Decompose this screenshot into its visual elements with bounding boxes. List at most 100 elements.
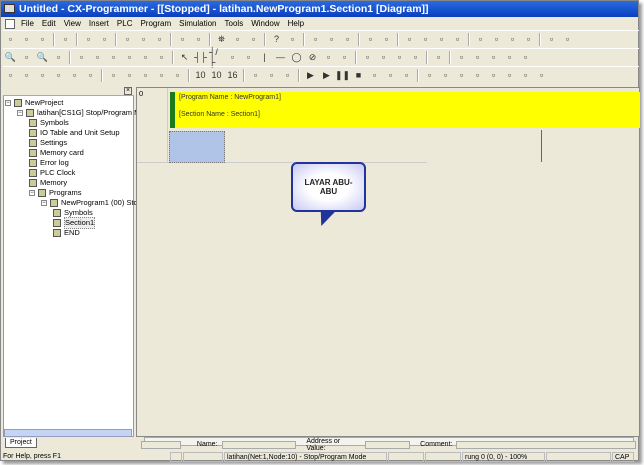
tree-item[interactable]: − Programs [29, 188, 82, 198]
step-out-icon[interactable]: ▫ [399, 68, 414, 83]
watch-window-icon[interactable]: ▫ [51, 68, 66, 83]
paste-icon[interactable]: ▫ [152, 32, 167, 47]
st-icon[interactable]: ▫ [505, 32, 520, 47]
menu-help[interactable]: Help [284, 19, 308, 28]
section-icon[interactable]: ▫ [138, 50, 153, 65]
cancel-edit-icon[interactable]: ▫ [392, 50, 407, 65]
open-icon[interactable]: ▫ [19, 32, 34, 47]
task2-icon[interactable]: ▫ [438, 68, 453, 83]
tree-item[interactable]: − NewProject [5, 98, 63, 108]
io-icon[interactable]: ▫ [544, 32, 559, 47]
print-preview-icon[interactable]: ▫ [58, 32, 73, 47]
window-icon[interactable]: ▫ [3, 68, 18, 83]
menu-program[interactable]: Program [136, 19, 175, 28]
instruction-icon[interactable]: ▫ [321, 50, 336, 65]
watch-icon[interactable]: ▫ [340, 32, 355, 47]
task7-icon[interactable]: ▫ [518, 68, 533, 83]
collapse-icon[interactable]: − [17, 110, 23, 116]
menu-window[interactable]: Window [247, 19, 283, 28]
zoom-fit-icon[interactable]: ▫ [19, 50, 34, 65]
tree-icon[interactable]: ▫ [154, 50, 169, 65]
tree-item[interactable]: − latihan[CS1G] Stop/Program M [17, 108, 140, 118]
transfer-icon[interactable]: ▫ [402, 32, 417, 47]
tree-item[interactable]: PLC Clock [29, 168, 75, 178]
tree-item[interactable]: Section1 [53, 217, 96, 229]
collapse-icon[interactable]: − [5, 100, 11, 106]
coil-nc-icon[interactable]: ⊘ [305, 50, 320, 65]
print-icon[interactable]: ▫ [81, 32, 96, 47]
diagram-cursor[interactable] [169, 131, 225, 163]
tab-project[interactable]: Project [5, 438, 37, 448]
zoom-out-icon[interactable]: ▫ [51, 50, 66, 65]
step-in-icon[interactable]: ▫ [367, 68, 382, 83]
zoom-icon[interactable]: 🔍 [35, 50, 50, 65]
document-icon[interactable] [5, 18, 15, 29]
pause-icon[interactable]: ❚❚ [335, 68, 350, 83]
zoom-in-icon[interactable]: 🔍 [3, 50, 18, 65]
comment-field[interactable] [456, 440, 636, 449]
address-ref-icon[interactable]: ▫ [154, 68, 169, 83]
or-nc-icon[interactable]: ▫ [241, 50, 256, 65]
dec-10-icon[interactable]: 10 [209, 68, 224, 83]
menu-simulation[interactable]: Simulation [175, 19, 220, 28]
menu-edit[interactable]: Edit [38, 19, 60, 28]
context-help-icon[interactable]: ▫ [285, 32, 300, 47]
step-over-icon[interactable]: ▫ [383, 68, 398, 83]
hex-16-icon[interactable]: 16 [225, 68, 240, 83]
copy-icon[interactable]: ▫ [136, 32, 151, 47]
tree-item[interactable]: END [53, 228, 80, 238]
select-icon[interactable]: ↖ [177, 50, 192, 65]
ladder-icon[interactable]: ▫ [473, 32, 488, 47]
run-icon[interactable]: ▶ [303, 68, 318, 83]
tree-item[interactable]: − NewProgram1 (00) Sto [41, 198, 138, 208]
replace-all-icon[interactable]: ▫ [246, 32, 261, 47]
project-icon[interactable]: ▫ [19, 68, 34, 83]
symbols-icon[interactable]: ▫ [90, 50, 105, 65]
save-icon[interactable]: ▫ [35, 32, 50, 47]
workspace-scrollbar[interactable] [4, 429, 132, 437]
contact-no-icon[interactable]: ┤├ [193, 50, 208, 65]
sfc-icon[interactable]: ▫ [521, 32, 536, 47]
io-comment-icon[interactable]: ▫ [83, 68, 98, 83]
task3-icon[interactable]: ▫ [454, 68, 469, 83]
tree-item[interactable]: Memory card [29, 148, 84, 158]
diff-icon[interactable]: ▫ [376, 50, 391, 65]
menu-insert[interactable]: Insert [85, 19, 113, 28]
tree-item[interactable]: Memory [29, 178, 67, 188]
collapse-icon[interactable]: − [41, 200, 47, 206]
coil-icon[interactable]: ◯ [289, 50, 304, 65]
play-icon[interactable]: ▶ [319, 68, 334, 83]
task5-icon[interactable]: ▫ [486, 68, 501, 83]
undo-icon[interactable]: ▫ [175, 32, 190, 47]
close-icon[interactable]: × [124, 87, 132, 95]
vertical-icon[interactable]: | [257, 50, 272, 65]
task8-icon[interactable]: ▫ [534, 68, 549, 83]
monitor-icon[interactable]: ▫ [379, 32, 394, 47]
menu-tools[interactable]: Tools [221, 19, 248, 28]
hex-10-icon[interactable]: 10 [193, 68, 208, 83]
or-no-icon[interactable]: ▫ [225, 50, 240, 65]
grid-icon[interactable]: ▫ [74, 50, 89, 65]
address-field[interactable] [365, 440, 411, 449]
sim-icon[interactable]: ▫ [454, 50, 469, 65]
sim4-icon[interactable]: ▫ [502, 50, 517, 65]
tree-item[interactable]: Error log [29, 158, 69, 168]
tree-item[interactable]: Symbols [29, 118, 69, 128]
redo-icon[interactable]: ▫ [191, 32, 206, 47]
delete-icon[interactable]: ▫ [408, 50, 423, 65]
online-icon[interactable]: ▫ [324, 32, 339, 47]
sim3-icon[interactable]: ▫ [486, 50, 501, 65]
download-icon[interactable]: ▫ [450, 32, 465, 47]
menu-view[interactable]: View [60, 19, 85, 28]
sim5-icon[interactable]: ▫ [518, 50, 533, 65]
contact-nc-icon[interactable]: ┤/├ [209, 47, 224, 67]
plc-icon[interactable]: ▫ [363, 32, 378, 47]
online-edit-icon[interactable]: ▫ [360, 50, 375, 65]
help-icon[interactable]: ? [269, 32, 284, 47]
menu-plc[interactable]: PLC [113, 19, 137, 28]
upload-icon[interactable]: ▫ [434, 32, 449, 47]
task4-icon[interactable]: ▫ [470, 68, 485, 83]
horizontal-icon[interactable]: — [273, 50, 288, 65]
sim2-icon[interactable]: ▫ [470, 50, 485, 65]
cross-ref-icon[interactable]: ▫ [122, 68, 137, 83]
